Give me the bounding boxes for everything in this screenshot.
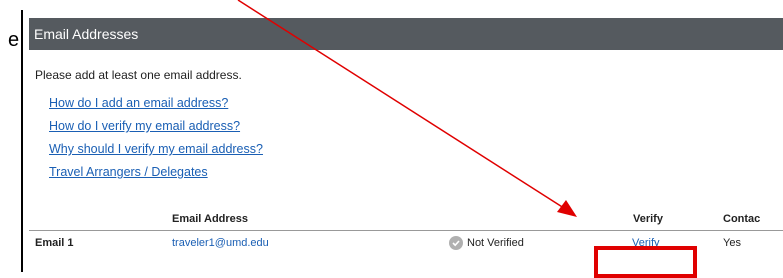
column-header-verify: Verify [633,213,663,225]
email-link[interactable]: traveler1@umd.edu [172,237,269,249]
intro-text: Please add at least one email address. [35,68,242,82]
column-header-contact: Contac [723,213,761,225]
link-why-verify[interactable]: Why should I verify my email address? [49,142,263,156]
status-text: Not Verified [467,237,524,249]
highlight-box [594,246,697,278]
contact-value: Yes [723,237,741,249]
row-label: Email 1 [35,237,74,249]
table-divider [29,230,783,231]
edge-text-fragment: e [8,29,20,51]
panel-header: Email Addresses [29,18,783,50]
link-add-email[interactable]: How do I add an email address? [49,96,228,110]
link-verify-email[interactable]: How do I verify my email address? [49,119,240,133]
link-travel-arrangers[interactable]: Travel Arrangers / Delegates [49,165,208,179]
column-header-email: Email Address [172,213,249,225]
check-circle-icon [449,236,463,250]
status-not-verified: Not Verified [449,236,524,250]
panel-left-border [21,10,23,272]
email-addresses-panel: Email Addresses Please add at least one … [29,18,783,278]
